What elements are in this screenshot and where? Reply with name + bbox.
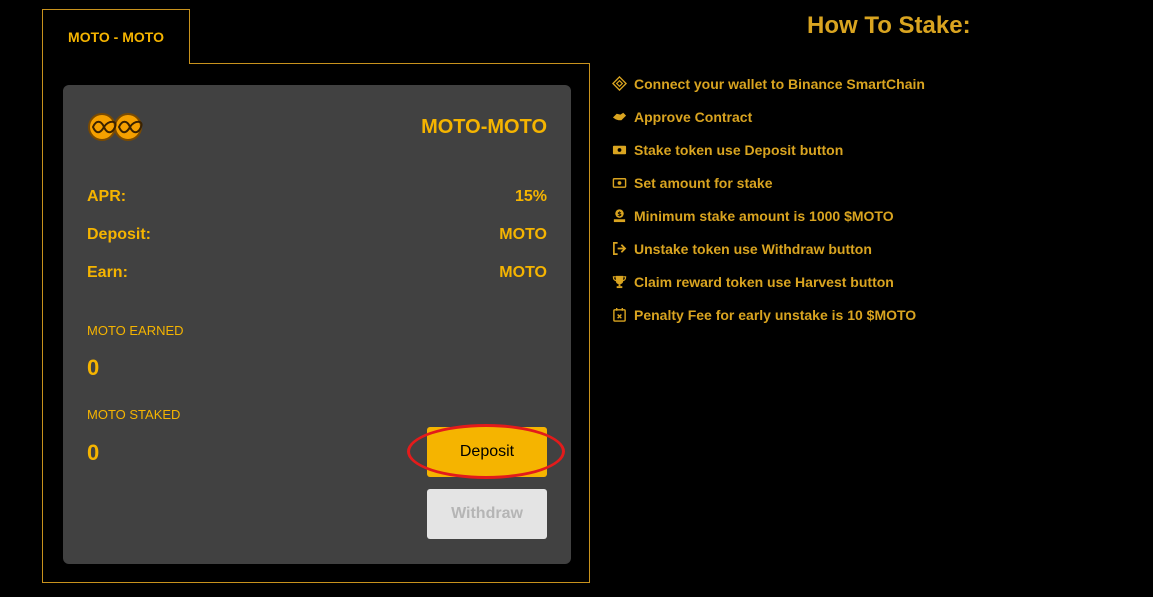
step-text: Connect your wallet to Binance SmartChai… <box>634 75 925 92</box>
earn-row: Earn: MOTO <box>87 264 547 282</box>
binance-icon <box>611 76 627 92</box>
deposit-label: Deposit: <box>87 226 151 243</box>
calendar-x-icon <box>611 307 627 323</box>
staking-page: MOTO - MOTO MOTO-MOTO APR: 15% Deposit: … <box>0 0 1153 597</box>
step-text: Penalty Fee for early unstake is 10 $MOT… <box>634 306 917 323</box>
handshake-icon <box>611 109 627 125</box>
list-item: Approve Contract <box>611 100 925 133</box>
earned-value: 0 <box>87 355 100 380</box>
list-item: Connect your wallet to Binance SmartChai… <box>611 67 925 100</box>
list-item: Penalty Fee for early unstake is 10 $MOT… <box>611 298 925 331</box>
earn-value: MOTO <box>499 264 547 281</box>
apr-label: APR: <box>87 188 127 205</box>
list-item: Set amount for stake <box>611 166 925 199</box>
pool-card: MOTO-MOTO APR: 15% Deposit: MOTO Earn: M… <box>63 85 571 564</box>
list-item: $ Minimum stake amount is 1000 $MOTO <box>611 199 925 232</box>
apr-row: APR: 15% <box>87 188 547 206</box>
moto-logo-icon <box>88 113 143 141</box>
trophy-icon <box>611 274 627 290</box>
deposit-value: MOTO <box>499 226 547 243</box>
staked-label: MOTO STAKED <box>87 407 181 422</box>
sign-out-icon <box>611 241 627 257</box>
list-item: Claim reward token use Harvest button <box>611 265 925 298</box>
step-text: Claim reward token use Harvest button <box>634 273 894 290</box>
tab-moto-moto[interactable]: MOTO - MOTO <box>42 9 190 64</box>
howto-steps: Connect your wallet to Binance SmartChai… <box>611 67 925 331</box>
step-text: Minimum stake amount is 1000 $MOTO <box>634 207 894 224</box>
deposit-row: Deposit: MOTO <box>87 226 547 244</box>
step-text: Approve Contract <box>634 108 753 125</box>
pool-title: MOTO-MOTO <box>421 116 547 138</box>
withdraw-button[interactable]: Withdraw <box>427 489 547 539</box>
earn-label: Earn: <box>87 264 128 281</box>
money-icon <box>611 142 627 158</box>
step-text: Unstake token use Withdraw button <box>634 240 872 257</box>
earned-label: MOTO EARNED <box>87 323 184 338</box>
money-bill-icon <box>611 175 627 191</box>
svg-text:$: $ <box>617 210 622 218</box>
step-text: Stake token use Deposit button <box>634 141 844 158</box>
list-item: Unstake token use Withdraw button <box>611 232 925 265</box>
staked-value: 0 <box>87 440 100 465</box>
step-text: Set amount for stake <box>634 174 773 191</box>
howto-title: How To Stake: <box>807 12 971 39</box>
apr-value: 15% <box>514 188 547 205</box>
list-item: Stake token use Deposit button <box>611 133 925 166</box>
coin-hand-icon: $ <box>611 208 627 224</box>
deposit-button[interactable]: Deposit <box>427 427 547 477</box>
